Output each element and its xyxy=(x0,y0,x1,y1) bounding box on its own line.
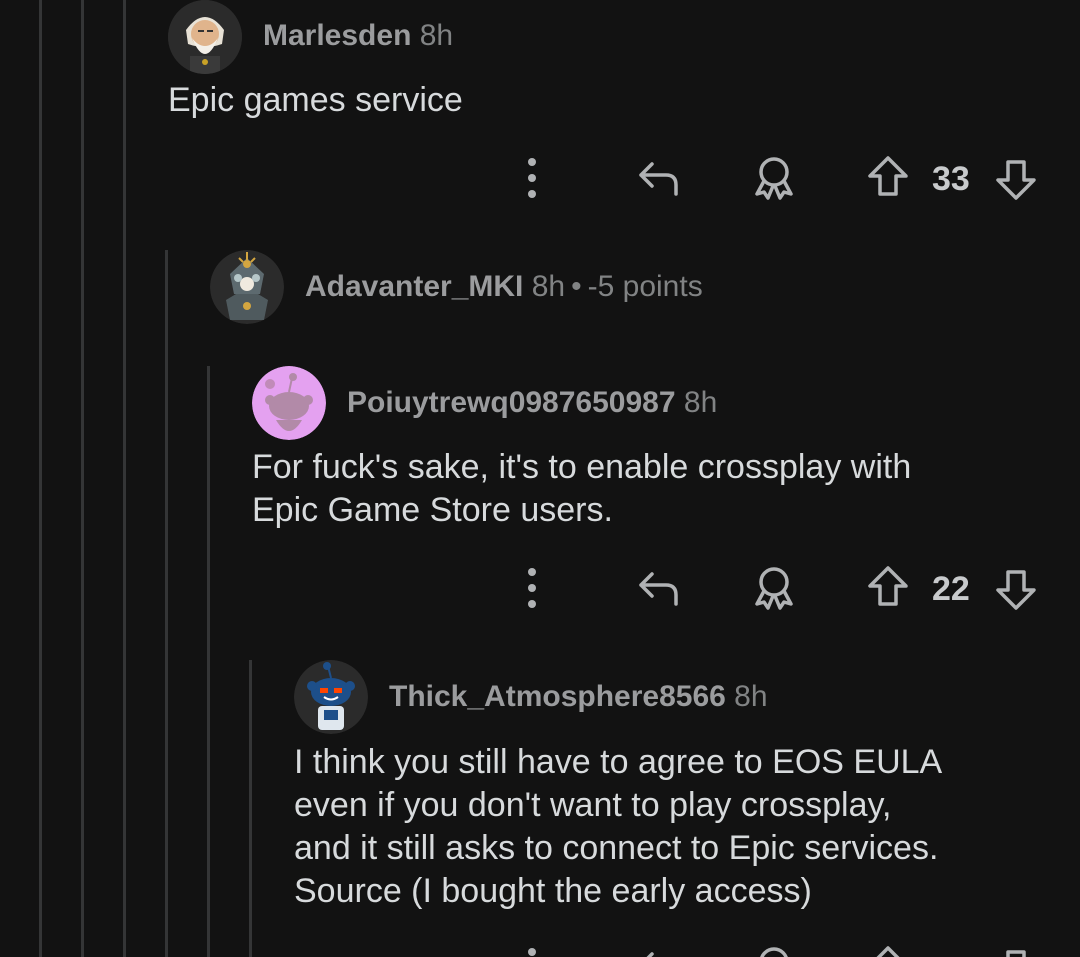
more-vertical-icon[interactable] xyxy=(522,940,542,957)
comment-body-line: Epic Game Store users. xyxy=(252,491,613,529)
comment-body-line: Epic games service xyxy=(168,81,463,119)
separator-dot: • xyxy=(571,270,582,303)
award-icon[interactable] xyxy=(750,940,798,957)
comment-meta: Adavanter_MKI 8h • -5 points xyxy=(305,270,703,304)
comment-actions xyxy=(500,940,1060,957)
comment-body-line: Source (I bought the early access) xyxy=(294,872,812,910)
award-icon[interactable] xyxy=(750,150,798,206)
comment-actions: 22 xyxy=(500,560,1060,616)
more-vertical-icon[interactable] xyxy=(522,560,542,616)
comment-meta: Poiuytrewq0987650987 8h xyxy=(347,386,717,420)
comment-body-line: I think you still have to agree to EOS E… xyxy=(294,743,943,781)
comment-body: Epic games service xyxy=(168,79,463,122)
downvote-arrow-icon[interactable] xyxy=(994,560,1038,616)
upvote-arrow-icon[interactable] xyxy=(866,940,910,957)
reply-icon[interactable] xyxy=(636,150,684,206)
downvote-arrow-icon[interactable] xyxy=(994,150,1038,206)
comment-age: 8h xyxy=(419,19,454,52)
thread-line-depth-0[interactable] xyxy=(39,0,42,957)
thread-line-depth-5[interactable] xyxy=(249,660,252,957)
armored-knight-avatar[interactable] xyxy=(210,250,284,324)
reply-icon[interactable] xyxy=(636,560,684,616)
comment-points: -5 points xyxy=(587,270,703,303)
snoo-robot-avatar[interactable] xyxy=(294,660,368,734)
more-vertical-icon[interactable] xyxy=(522,150,542,206)
comment-body-line: and it still asks to connect to Epic ser… xyxy=(294,829,939,867)
thread-line-depth-1[interactable] xyxy=(81,0,84,957)
comment-meta: Thick_Atmosphere8566 8h xyxy=(389,680,768,714)
comment-age: 8h xyxy=(683,386,718,419)
username[interactable]: Poiuytrewq0987650987 xyxy=(347,386,676,419)
username[interactable]: Adavanter_MKI xyxy=(305,270,523,303)
username[interactable]: Marlesden xyxy=(263,19,411,52)
comment-body-line: For fuck's sake, it's to enable crosspla… xyxy=(252,448,912,486)
thread-line-depth-3[interactable] xyxy=(165,250,168,957)
comment-body-line: even if you don't want to play crossplay… xyxy=(294,786,892,824)
upvote-arrow-icon[interactable] xyxy=(866,150,910,206)
comment-age: 8h xyxy=(531,270,566,303)
comment-body: I think you still have to agree to EOS E… xyxy=(294,741,942,913)
downvote-arrow-icon[interactable] xyxy=(994,940,1038,957)
reply-icon[interactable] xyxy=(636,940,684,957)
comment-age: 8h xyxy=(734,680,768,713)
vote-score: 22 xyxy=(932,570,970,608)
comment-body: For fuck's sake, it's to enable crosspla… xyxy=(252,446,911,532)
snoo-purple-avatar[interactable] xyxy=(252,366,326,440)
username[interactable]: Thick_Atmosphere8566 xyxy=(389,680,726,713)
award-icon[interactable] xyxy=(750,560,798,616)
upvote-arrow-icon[interactable] xyxy=(866,560,910,616)
vote-score: 33 xyxy=(932,160,970,198)
comment-meta: Marlesden 8h xyxy=(263,19,453,53)
thread-line-depth-4[interactable] xyxy=(207,366,210,957)
comment-actions: 33 xyxy=(500,150,1060,206)
bearded-elder-avatar[interactable] xyxy=(168,0,242,74)
thread-line-depth-2[interactable] xyxy=(123,0,126,957)
